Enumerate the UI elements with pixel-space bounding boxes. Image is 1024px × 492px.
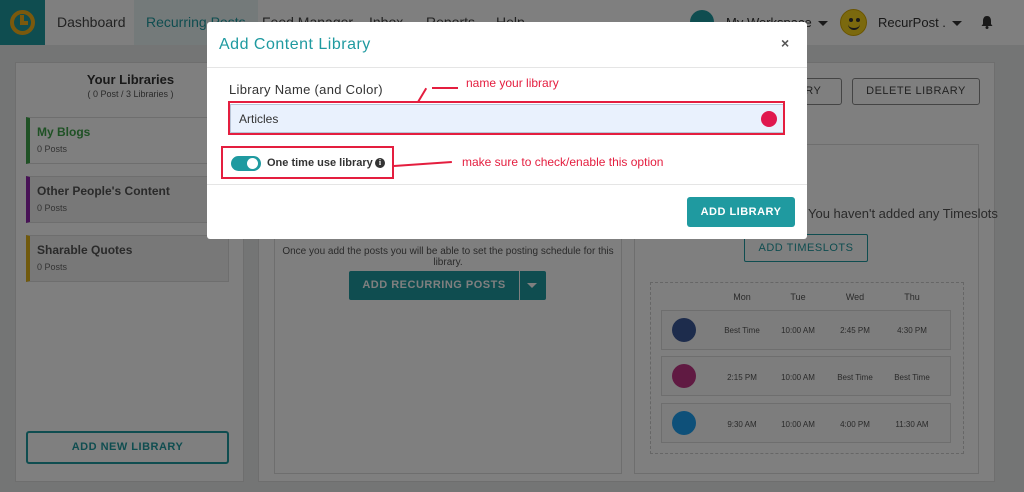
divider (207, 184, 807, 185)
close-icon[interactable]: × (781, 35, 789, 51)
add-library-button[interactable]: ADD LIBRARY (687, 197, 795, 227)
modal-title: Add Content Library (219, 36, 371, 53)
annotation-toggle-hint: make sure to check/enable this option (462, 155, 664, 169)
annotation-name-hint: name your library (466, 76, 559, 90)
divider (207, 67, 807, 68)
annotation-box-toggle (221, 146, 394, 179)
annotation-arrow (432, 87, 458, 89)
library-name-label: Library Name (and Color) (229, 82, 383, 97)
annotation-box-name (228, 101, 785, 135)
